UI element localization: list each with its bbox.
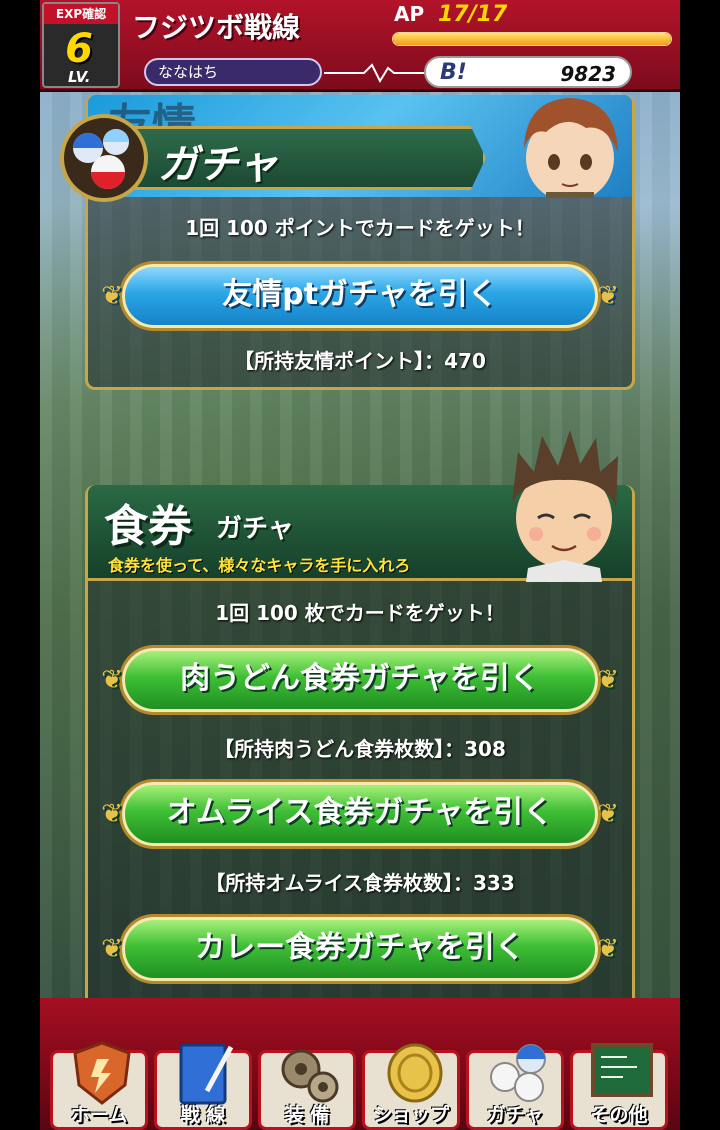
gacha-capsule-icon <box>60 114 148 202</box>
capsule-icon <box>490 1044 546 1102</box>
friend-gacha-button[interactable]: ❦ 友情ptガチャを引く ❦ <box>101 264 619 328</box>
nav-senzen[interactable]: 戦 線 <box>154 1043 252 1130</box>
ornament-left-icon: ❦ <box>101 934 123 964</box>
curry-gacha-button[interactable]: ❦ カレー食券ガチャを引く ❦ <box>101 917 619 981</box>
page-title: フジツボ戦線 <box>132 11 301 44</box>
b-points-pill: B! 9823 <box>424 56 632 88</box>
curry-gacha-button-label: カレー食券ガチャを引く <box>195 930 525 965</box>
nav-gacha-label: ガチャ <box>486 1104 544 1126</box>
exp-check-label: EXP確認 <box>44 4 118 24</box>
friend-points-count: 【所持友情ポイント】：470 <box>234 349 486 373</box>
notebook-icon <box>179 1043 234 1105</box>
username-pill: ななはち <box>144 58 322 86</box>
nav-home-label: ホーム <box>70 1104 128 1126</box>
nav-equip-label: 装 備 <box>284 1104 330 1126</box>
blackboard-icon <box>591 1043 653 1097</box>
ornament-left-icon: ❦ <box>101 281 123 311</box>
niku-udon-ticket-count: 【所持肉うどん食券枚数】：308 <box>214 737 506 761</box>
friend-gacha-button-label: 友情ptガチャを引く <box>222 277 498 312</box>
nav-shop[interactable]: ショップ <box>362 1043 460 1130</box>
game-screen: EXP確認 6 LV. フジツボ戦線 AP 17/17 ななはち B! 9823… <box>40 0 680 1130</box>
spiky-hair-character-portrait <box>512 430 618 582</box>
nav-other-label: その他 <box>590 1104 648 1126</box>
ornament-right-icon: ❦ <box>597 934 619 964</box>
b-points-value: 9823 <box>560 62 616 86</box>
level-number: 6 <box>65 26 93 72</box>
ornament-right-icon: ❦ <box>597 281 619 311</box>
omurice-ticket-count: 【所持オムライス食券枚数】：333 <box>205 871 515 895</box>
nav-other[interactable]: その他 <box>570 1043 668 1130</box>
coin-icon <box>387 1043 443 1103</box>
ap-label: AP <box>394 2 425 26</box>
ornament-left-icon: ❦ <box>101 799 123 829</box>
ap-value: 17/17 <box>438 2 508 27</box>
niku-udon-gacha-button-label: 肉うどん食券ガチャを引く <box>180 661 540 696</box>
b-points-label: B! <box>440 60 467 85</box>
omurice-gacha-button[interactable]: ❦ オムライス食券ガチャを引く ❦ <box>101 782 619 846</box>
nav-senzen-label: 戦 線 <box>180 1104 226 1126</box>
nav-gacha[interactable]: ガチャ <box>466 1044 564 1130</box>
niku-udon-gacha-button[interactable]: ❦ 肉うどん食券ガチャを引く ❦ <box>101 648 619 712</box>
nav-equip[interactable]: 装 備 <box>258 1049 356 1130</box>
food-gacha-description: 1回 100 枚でカードをゲット！ <box>215 601 505 625</box>
ornament-right-icon: ❦ <box>597 665 619 695</box>
brown-hair-character-portrait <box>524 98 618 198</box>
nav-shop-label: ショップ <box>372 1104 449 1126</box>
level-box[interactable]: EXP確認 6 LV. <box>42 2 120 88</box>
status-header: EXP確認 6 LV. フジツボ戦線 AP 17/17 ななはち B! 9823 <box>40 0 680 92</box>
level-label: LV. <box>68 68 91 86</box>
nav-home[interactable]: ホーム <box>50 1041 148 1130</box>
ap-bar <box>392 32 672 46</box>
bottom-nav: ホーム 戦 線 装 備 ショップ ガチャ その他 <box>40 998 680 1130</box>
home-shield-icon <box>73 1041 131 1105</box>
gacha-tab-title: ガチャ <box>158 142 278 188</box>
food-gacha-title-small: ガチャ <box>216 514 294 544</box>
friend-gacha-description: 1回 100 ポイントでカードをゲット！ <box>185 216 535 240</box>
ap-bar-fill <box>393 33 671 45</box>
food-gacha-subtitle: 食券を使って、様々なキャラを手に入れろ <box>108 556 411 575</box>
omurice-gacha-button-label: オムライス食券ガチャを引く <box>166 795 554 830</box>
ornament-left-icon: ❦ <box>101 665 123 695</box>
gears-icon <box>281 1049 339 1103</box>
heartbeat-line-icon <box>324 63 434 84</box>
food-gacha-title-big: 食券 <box>104 501 192 552</box>
ornament-right-icon: ❦ <box>597 799 619 829</box>
